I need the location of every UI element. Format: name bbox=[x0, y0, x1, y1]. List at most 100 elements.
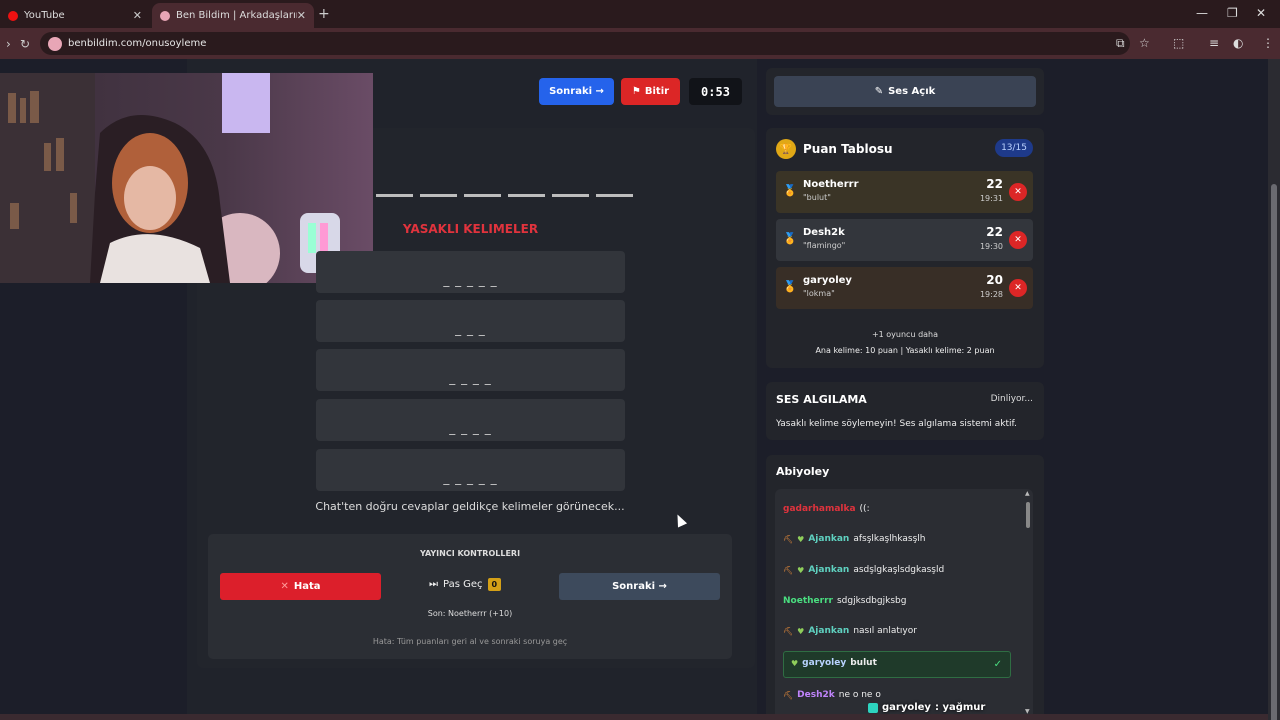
controls-next-button[interactable]: Sonraki → bbox=[559, 573, 720, 600]
answer-letter-slot bbox=[376, 194, 413, 197]
bookmark-star-icon[interactable]: ☆ bbox=[1139, 36, 1150, 50]
badge-icon: ♥ bbox=[791, 658, 799, 668]
speech-description: Yasaklı kelime söylemeyin! Ses algılama … bbox=[776, 419, 1017, 429]
site-favicon-icon bbox=[160, 10, 170, 21]
menu-icon[interactable]: ⋮ bbox=[1262, 36, 1274, 50]
player-count-badge: 13/15 bbox=[995, 139, 1033, 157]
tab-strip: YouTube ✕ Ben Bildim | Arkadaşlarınla ✕ … bbox=[0, 0, 1280, 28]
chat-message: ♥ garyoley bulut bbox=[791, 658, 877, 668]
forbidden-word-slot: _ _ _ _ _ bbox=[316, 449, 625, 491]
player-name: garyoley bbox=[803, 275, 852, 286]
bottom-strip bbox=[0, 714, 1268, 720]
cast-icon[interactable]: ⧉ bbox=[1116, 36, 1125, 51]
chat-username: Desh2k bbox=[797, 690, 835, 700]
sound-toggle-label: Ses Açık bbox=[888, 86, 936, 97]
remove-player-button[interactable]: ✕ bbox=[1009, 279, 1027, 297]
skip-count-badge: 0 bbox=[487, 578, 502, 591]
site-info-icon[interactable] bbox=[48, 36, 62, 51]
overlay-text: : yağmur bbox=[934, 702, 986, 713]
tab-title: YouTube bbox=[24, 10, 65, 21]
forbidden-words-title: YASAKLI KELIMELER bbox=[402, 222, 539, 236]
minimize-icon[interactable]: — bbox=[1196, 6, 1208, 20]
next-button[interactable]: Sonraki → bbox=[539, 78, 614, 105]
new-tab-button[interactable]: + bbox=[318, 6, 330, 22]
window-close-icon[interactable]: ✕ bbox=[1256, 6, 1266, 20]
chat-username: garyoley bbox=[802, 658, 847, 668]
remove-player-button[interactable]: ✕ bbox=[1009, 183, 1027, 201]
stream-chat-overlay: garyoley : yağmur bbox=[868, 702, 985, 713]
reload-icon[interactable]: ↻ bbox=[20, 37, 30, 51]
answer-letter-slot bbox=[508, 194, 545, 197]
extensions-icon[interactable]: ⬚ bbox=[1173, 36, 1184, 50]
gold-medal-icon: 🏅 bbox=[783, 184, 797, 197]
error-button[interactable]: ✕ Hata bbox=[220, 573, 381, 600]
tab-title: Ben Bildim | Arkadaşlarınla bbox=[176, 10, 297, 21]
chat-text: bulut bbox=[850, 658, 877, 668]
sound-toggle-button[interactable]: ✎ Ses Açık bbox=[774, 76, 1036, 107]
chat-text: afsşlkaşlhkasşlh bbox=[853, 534, 926, 544]
cross-icon: ✕ bbox=[280, 581, 289, 592]
chat-message: ⛏ ♥ Ajankan nasıl anlatıyor bbox=[783, 626, 917, 636]
forbidden-word-slot: _ _ _ _ _ bbox=[316, 251, 625, 293]
leaderboard-panel: 🏆 Puan Tablosu 13/15 🏅 Noetherrr "bulut"… bbox=[766, 128, 1044, 368]
overlay-username: garyoley bbox=[882, 702, 931, 713]
chat-scrollbar[interactable]: ▲ ▼ bbox=[1023, 489, 1033, 720]
skip-label: Pas Geç bbox=[443, 579, 483, 590]
page-scrollbar[interactable] bbox=[1268, 59, 1280, 720]
leaderboard-title: Puan Tablosu bbox=[803, 142, 893, 156]
badge-icon: ⛏ bbox=[783, 565, 794, 575]
player-time: 19:28 bbox=[979, 290, 1003, 299]
answer-letter-slot bbox=[464, 194, 501, 197]
close-icon[interactable]: ✕ bbox=[133, 9, 142, 22]
player-name: Desh2k bbox=[803, 227, 845, 238]
restore-icon[interactable]: ❐ bbox=[1227, 6, 1238, 20]
chat-message: ⛏ ♥ Ajankan asdşlgkaşlsdgkasşld bbox=[783, 565, 944, 575]
chat-text: sdgjksdbgjksbg bbox=[836, 596, 907, 606]
scoring-rule-text: Ana kelime: 10 puan | Yasaklı kelime: 2 … bbox=[815, 346, 995, 355]
forward-icon[interactable]: › bbox=[6, 37, 11, 51]
media-icon[interactable]: ≡ bbox=[1209, 36, 1219, 50]
chat-text: ((: bbox=[859, 504, 870, 514]
badge-icon: ⛏ bbox=[783, 690, 794, 700]
badge-icon: ⛏ bbox=[783, 626, 794, 636]
countdown-timer: 0:53 bbox=[689, 78, 742, 105]
end-button[interactable]: ⚑ Bitir bbox=[621, 78, 680, 105]
trophy-icon: 🏆 bbox=[776, 139, 796, 159]
player-score: 22 bbox=[986, 225, 1003, 239]
chat-username: gadarhamalka bbox=[783, 504, 856, 514]
error-button-label: Hata bbox=[293, 581, 321, 592]
skip-button[interactable]: ⏭ Pas Geç 0 bbox=[429, 578, 502, 591]
more-players-text: +1 oyuncu daha bbox=[871, 330, 939, 339]
player-score: 20 bbox=[986, 273, 1003, 287]
player-time: 19:31 bbox=[979, 194, 1003, 203]
chat-message: ⛏ ♥ Ajankan afsşlkaşlhkasşlh bbox=[783, 534, 926, 544]
answer-letter-slot bbox=[420, 194, 457, 197]
chat-scroll-thumb[interactable] bbox=[1026, 502, 1030, 528]
close-icon[interactable]: ✕ bbox=[297, 9, 306, 22]
speech-detection-panel: SES ALGILAMA Dinliyor... Yasaklı kelime … bbox=[766, 382, 1044, 440]
page-scroll-thumb[interactable] bbox=[1271, 184, 1277, 720]
chat-text: nasıl anlatıyor bbox=[853, 626, 917, 636]
remove-player-button[interactable]: ✕ bbox=[1009, 231, 1027, 249]
profile-icon[interactable]: ◐ bbox=[1233, 36, 1243, 50]
forbidden-word-slot: _ _ _ bbox=[316, 300, 625, 342]
url-field[interactable]: benbildim.com/onusoyleme bbox=[40, 32, 1130, 55]
player-score: 22 bbox=[986, 177, 1003, 191]
tab-youtube[interactable]: YouTube ✕ bbox=[0, 3, 150, 28]
scroll-up-icon[interactable]: ▲ bbox=[1025, 490, 1030, 497]
badge-icon: ⛏ bbox=[783, 534, 794, 544]
last-answer-text: Son: Noetherrr (+10) bbox=[427, 609, 513, 618]
badge-icon: ♥ bbox=[797, 534, 805, 544]
player-word: "lokma" bbox=[803, 289, 835, 298]
chat-username: Noetherrr bbox=[783, 596, 833, 606]
chat-panel: Abiyoley ✓ gadarhamalka ((: ⛏ ♥ Ajankan a… bbox=[766, 455, 1044, 720]
leaderboard-row: 🏅 Desh2k "flamingo" 22 19:30 ✕ bbox=[776, 219, 1033, 261]
chat-messages[interactable]: ✓ gadarhamalka ((: ⛏ ♥ Ajankan afsşlkaşlh… bbox=[775, 489, 1033, 720]
end-button-label: Bitir bbox=[644, 86, 670, 97]
player-word: "flamingo" bbox=[803, 241, 846, 250]
forbidden-word-slot: _ _ _ _ bbox=[316, 349, 625, 391]
chat-username: Ajankan bbox=[808, 534, 850, 544]
tab-benbildim[interactable]: Ben Bildim | Arkadaşlarınla ✕ bbox=[152, 3, 314, 28]
chat-message: gadarhamalka ((: bbox=[783, 504, 870, 514]
chat-text: ne o ne o bbox=[838, 690, 881, 700]
